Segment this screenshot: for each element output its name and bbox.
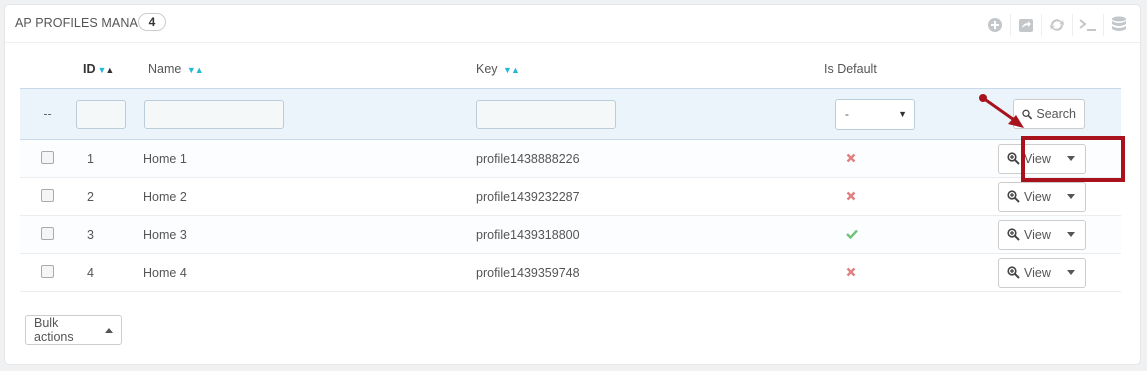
sort-asc-icon[interactable]: ▲ xyxy=(195,65,204,75)
sort-asc-icon[interactable]: ▲ xyxy=(511,65,520,75)
view-button[interactable]: View xyxy=(999,221,1057,249)
row-key: profile1439232287 xyxy=(476,177,776,216)
view-button-group[interactable]: View xyxy=(998,257,1086,288)
column-header-name: Name ▼▲ xyxy=(142,50,476,89)
view-dropdown-toggle[interactable] xyxy=(1057,259,1085,287)
header-actions-col xyxy=(996,50,1121,89)
panel-toolbar xyxy=(980,14,1134,36)
row-id: 4 xyxy=(75,253,142,292)
column-label-id: ID xyxy=(83,62,96,76)
column-label-is-default: Is Default xyxy=(824,62,877,76)
filter-is-default-select[interactable]: - ▼ xyxy=(835,98,915,130)
panel-title: AP PROFILES MANAGE xyxy=(15,16,157,30)
bulk-actions-label: Bulk actions xyxy=(34,316,74,344)
column-header-id: ID ▼▲ xyxy=(75,50,142,89)
row-checkbox[interactable] xyxy=(41,150,54,164)
view-button-label: View xyxy=(1024,189,1051,204)
sort-asc-icon[interactable]: ▲ xyxy=(105,65,114,75)
column-header-is-default: Is Default xyxy=(776,50,996,89)
row-is-default xyxy=(776,253,996,292)
view-button-label: View xyxy=(1024,227,1051,242)
column-header-key: Key ▼▲ xyxy=(476,50,776,89)
cross-icon xyxy=(846,191,856,200)
zoom-in-icon xyxy=(1007,152,1020,165)
row-checkbox[interactable] xyxy=(41,264,54,278)
row-key: profile1439318800 xyxy=(476,215,776,254)
caret-up-icon xyxy=(105,327,113,333)
table-row[interactable]: 1 Home 1 profile1438888226 View xyxy=(20,139,1121,178)
caret-down-icon xyxy=(1066,232,1075,237)
view-dropdown-toggle[interactable] xyxy=(1057,221,1085,249)
row-checkbox[interactable] xyxy=(41,188,54,202)
row-is-default xyxy=(776,177,996,216)
row-is-default xyxy=(776,215,996,254)
filter-id-input[interactable] xyxy=(76,99,126,129)
profiles-table: ID ▼▲ Name ▼▲ Key ▼▲ Is Default -- - ▼ S… xyxy=(20,50,1121,292)
zoom-in-icon xyxy=(1007,228,1020,241)
row-id: 3 xyxy=(75,215,142,254)
row-id: 1 xyxy=(75,139,142,178)
refresh-icon[interactable] xyxy=(1041,14,1072,36)
caret-down-icon xyxy=(1066,194,1075,199)
filter-is-default-value: - xyxy=(845,107,849,121)
zoom-in-icon xyxy=(1007,190,1020,203)
zoom-in-icon xyxy=(1007,266,1020,279)
table-header-row: ID ▼▲ Name ▼▲ Key ▼▲ Is Default xyxy=(20,50,1121,89)
filter-row-label: -- xyxy=(20,88,75,140)
view-button[interactable]: View xyxy=(999,183,1057,211)
annotation-highlight-box xyxy=(1021,136,1125,182)
column-label-key: Key xyxy=(476,62,498,76)
view-button-label: View xyxy=(1024,265,1051,280)
filter-row: -- - ▼ Search xyxy=(20,88,1121,140)
cross-icon xyxy=(846,267,856,276)
row-key: profile1438888226 xyxy=(476,139,776,178)
select-caret-icon: ▼ xyxy=(898,109,907,119)
check-icon xyxy=(846,229,858,239)
table-row[interactable]: 3 Home 3 profile1439318800 View xyxy=(20,215,1121,254)
header-checkbox-col xyxy=(20,50,75,89)
bulk-actions-button[interactable]: Bulk actions xyxy=(25,315,122,345)
row-name: Home 1 xyxy=(142,139,476,178)
view-button-group[interactable]: View xyxy=(998,219,1086,250)
row-key: profile1439359748 xyxy=(476,253,776,292)
row-name: Home 3 xyxy=(142,215,476,254)
panel-heading: AP PROFILES MANAGE 4 xyxy=(5,5,1140,43)
column-label-name: Name xyxy=(148,62,182,76)
search-button-label: Search xyxy=(1036,107,1076,121)
sort-desc-icon[interactable]: ▼ xyxy=(503,65,512,75)
sort-desc-icon[interactable]: ▼ xyxy=(187,65,196,75)
view-button[interactable]: View xyxy=(999,259,1057,287)
view-button-group[interactable]: View xyxy=(998,181,1086,212)
row-checkbox[interactable] xyxy=(41,226,54,240)
add-icon[interactable] xyxy=(980,14,1010,36)
caret-down-icon xyxy=(1066,270,1075,275)
filter-key-input[interactable] xyxy=(476,99,616,129)
table-row[interactable]: 2 Home 2 profile1439232287 View xyxy=(20,177,1121,216)
filter-name-input[interactable] xyxy=(144,99,284,129)
cross-icon xyxy=(846,153,856,162)
sql-query-icon[interactable] xyxy=(1072,14,1103,36)
export-icon[interactable] xyxy=(1010,14,1041,36)
database-icon[interactable] xyxy=(1103,14,1134,36)
view-dropdown-toggle[interactable] xyxy=(1057,183,1085,211)
row-is-default xyxy=(776,139,996,178)
row-name: Home 4 xyxy=(142,253,476,292)
table-row[interactable]: 4 Home 4 profile1439359748 View xyxy=(20,253,1121,292)
row-id: 2 xyxy=(75,177,142,216)
annotation-arrow-icon xyxy=(979,94,1024,128)
row-name: Home 2 xyxy=(142,177,476,216)
count-badge: 4 xyxy=(138,13,166,31)
